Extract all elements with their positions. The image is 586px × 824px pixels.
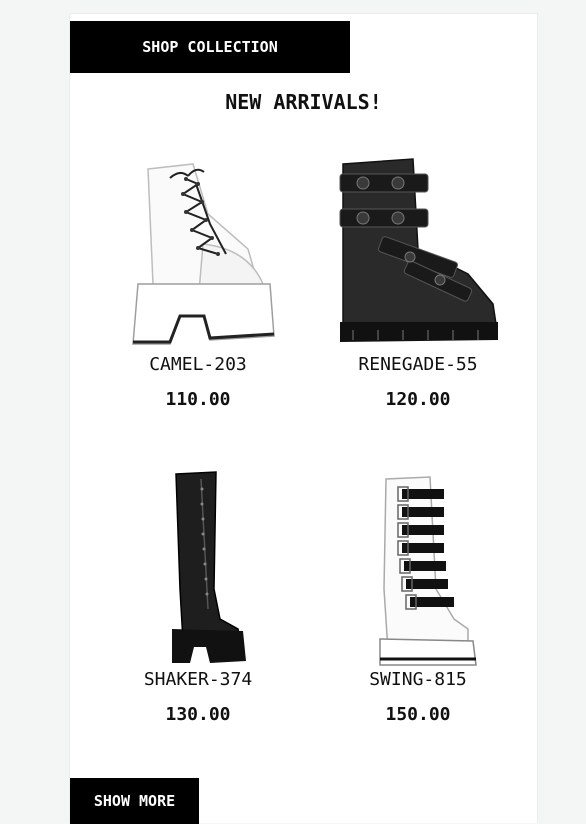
page-title: NEW ARRIVALS! bbox=[225, 90, 382, 114]
product-card[interactable]: SWING-815 150.00 bbox=[318, 469, 518, 725]
product-price: 130.00 bbox=[165, 704, 231, 725]
white-platform-ankle-boot-image[interactable] bbox=[98, 154, 298, 354]
product-price: 110.00 bbox=[165, 389, 231, 410]
product-name[interactable]: RENEGADE-55 bbox=[318, 354, 518, 375]
product-card[interactable]: CAMEL-203 110.00 bbox=[98, 154, 298, 410]
black-strapped-combat-boot-image[interactable] bbox=[318, 154, 518, 354]
newsletter-card: SHOP COLLECTION NEW ARRIVALS! CAMEL-203 … bbox=[69, 13, 538, 824]
product-card[interactable]: SHAKER-374 130.00 bbox=[98, 469, 298, 725]
black-thigh-high-platform-boot-image[interactable] bbox=[98, 469, 298, 669]
product-price: 150.00 bbox=[385, 704, 451, 725]
white-buckle-knee-boot-image[interactable] bbox=[318, 469, 518, 669]
product-name[interactable]: SHAKER-374 bbox=[98, 669, 298, 690]
product-name[interactable]: CAMEL-203 bbox=[98, 354, 298, 375]
show-more-button[interactable]: SHOW MORE bbox=[70, 778, 199, 824]
product-name[interactable]: SWING-815 bbox=[318, 669, 518, 690]
product-price: 120.00 bbox=[385, 389, 451, 410]
product-card[interactable]: RENEGADE-55 120.00 bbox=[318, 154, 518, 410]
shop-collection-button[interactable]: SHOP COLLECTION bbox=[70, 21, 350, 73]
